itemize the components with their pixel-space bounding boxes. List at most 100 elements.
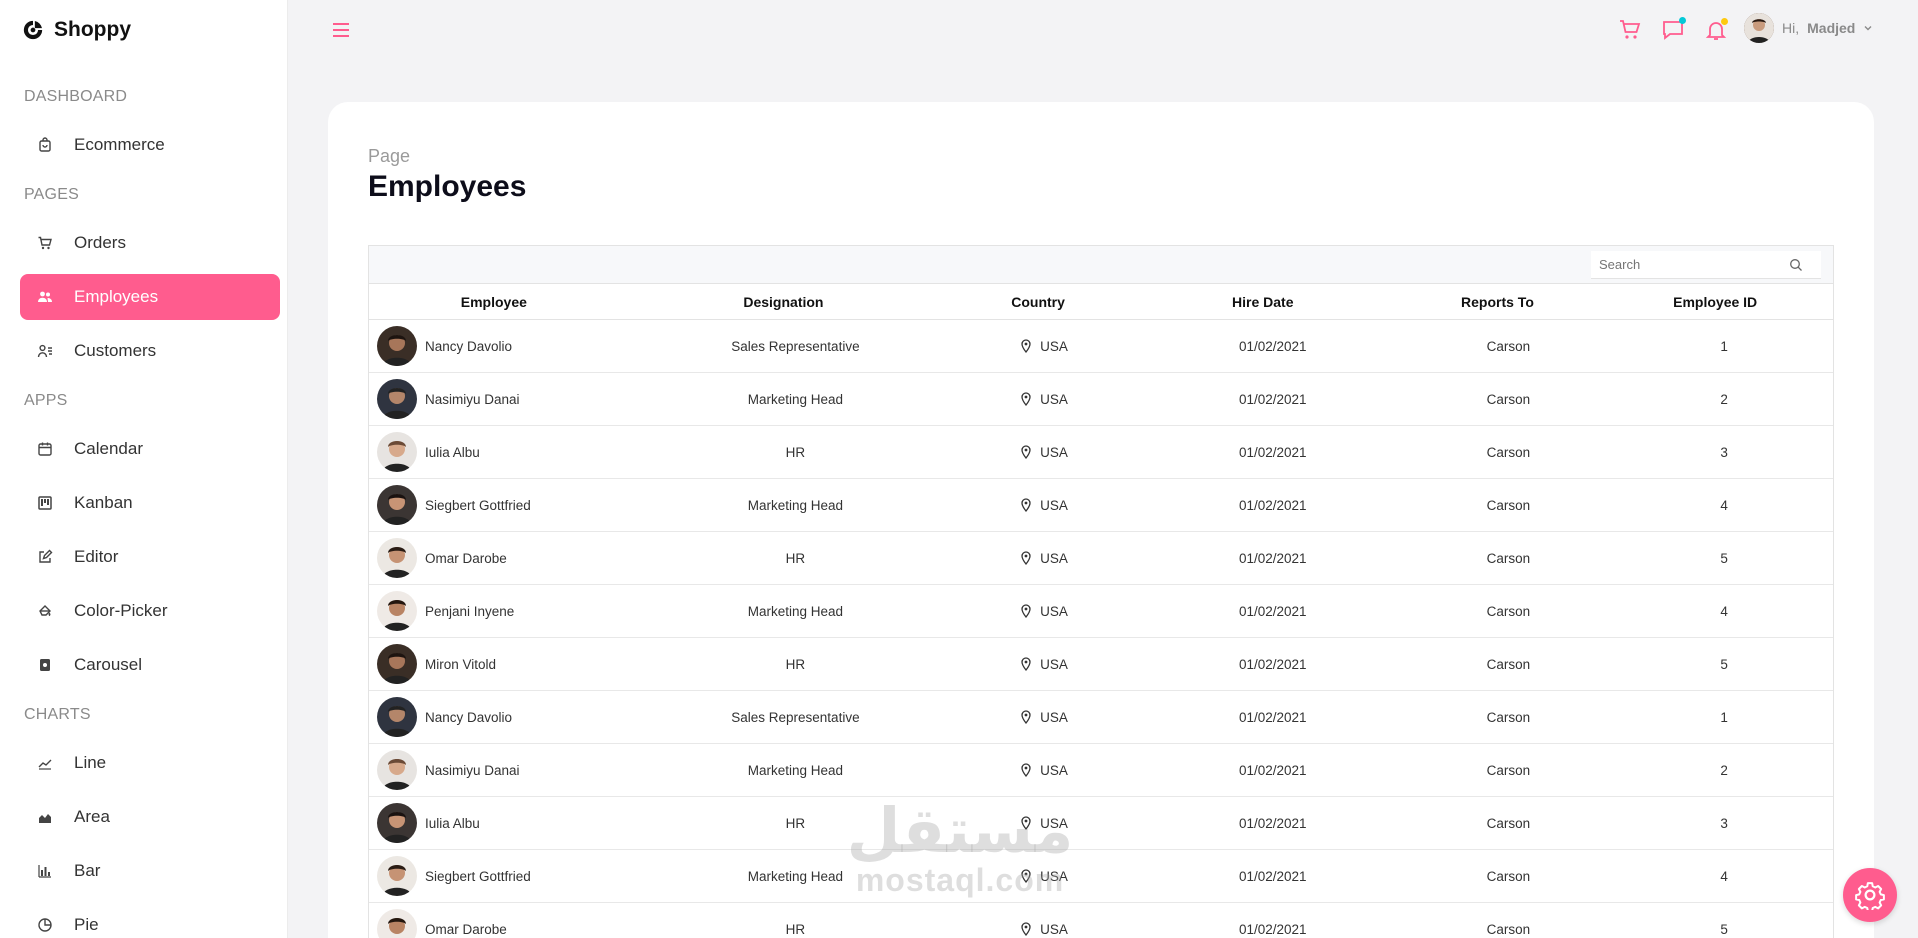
table-row[interactable]: Nasimiyu Danai Marketing Head USA 01/02/… bbox=[369, 744, 1833, 797]
cell-employee-id: 1 bbox=[1720, 709, 1728, 725]
table-row[interactable]: Iulia Albu HR USA 01/02/2021 Carson 3 bbox=[369, 426, 1833, 479]
section-title-dashboard: DASHBOARD bbox=[24, 88, 128, 105]
sidebar-item-label: Customers bbox=[74, 341, 157, 360]
sidebar-item-color-picker[interactable]: Color-Picker bbox=[20, 588, 280, 634]
sidebar-item-orders[interactable]: Orders bbox=[20, 220, 280, 266]
cell-hire-date: 01/02/2021 bbox=[1238, 656, 1307, 672]
sidebar-item-area[interactable]: Area bbox=[20, 794, 280, 840]
location-pin-icon bbox=[1021, 392, 1031, 406]
employee-name: Omar Darobe bbox=[425, 550, 507, 566]
sidebar-item-editor[interactable]: Editor bbox=[20, 534, 280, 580]
sidebar-item-label: Pie bbox=[74, 915, 99, 934]
employee-avatar bbox=[377, 750, 417, 790]
table-row[interactable]: Nancy Davolio Sales Representative USA 0… bbox=[369, 320, 1833, 373]
cell-employee-id: 4 bbox=[1720, 497, 1728, 513]
cell-designation: Marketing Head bbox=[747, 762, 844, 778]
sidebar-item-bar[interactable]: Bar bbox=[20, 848, 280, 894]
sidebar-item-label: Carousel bbox=[74, 655, 143, 674]
employee-name: Nasimiyu Danai bbox=[425, 762, 520, 778]
cell-designation: HR bbox=[785, 444, 806, 460]
table-row[interactable]: Omar Darobe HR USA 01/02/2021 Carson 5 bbox=[369, 903, 1833, 938]
sidebar-item-customers[interactable]: Customers bbox=[20, 328, 280, 374]
cell-employee: Nasimiyu Danai bbox=[369, 379, 619, 419]
table-row[interactable]: Iulia Albu HR USA 01/02/2021 Carson 3 bbox=[369, 797, 1833, 850]
cell-reports-to: Carson bbox=[1486, 338, 1531, 354]
cell-employee-id: 2 bbox=[1720, 762, 1728, 778]
sidebar-item-ecommerce[interactable]: Ecommerce bbox=[20, 122, 280, 168]
column-header-employee[interactable]: Employee bbox=[369, 294, 619, 310]
area-chart-icon bbox=[36, 808, 54, 826]
location-pin-icon bbox=[1021, 498, 1031, 512]
cart-icon[interactable] bbox=[1618, 18, 1642, 42]
column-header-hire-date[interactable]: Hire Date bbox=[1128, 294, 1398, 310]
table-row[interactable]: Siegbert Gottfried Marketing Head USA 01… bbox=[369, 850, 1833, 903]
cell-employee: Omar Darobe bbox=[369, 909, 619, 938]
settings-button[interactable] bbox=[1843, 868, 1897, 922]
bar-chart-icon bbox=[36, 862, 54, 880]
notification-button[interactable] bbox=[1704, 18, 1728, 42]
brand-logo-icon bbox=[23, 20, 43, 40]
brand[interactable]: Shoppy bbox=[22, 18, 131, 42]
cell-reports-to: Carson bbox=[1486, 444, 1531, 460]
hamburger-menu-icon[interactable] bbox=[330, 19, 352, 41]
cell-employee-id: 5 bbox=[1720, 921, 1728, 937]
location-pin-icon bbox=[1021, 657, 1031, 671]
cell-country: USA bbox=[948, 392, 1128, 407]
chat-button[interactable] bbox=[1661, 17, 1686, 42]
cell-employee-id: 5 bbox=[1720, 656, 1728, 672]
edit-icon bbox=[36, 548, 54, 566]
greeting-text: Hi, bbox=[1782, 20, 1800, 36]
sidebar-item-label: Calendar bbox=[74, 439, 143, 458]
cell-reports-to: Carson bbox=[1486, 391, 1531, 407]
employee-name: Nancy Davolio bbox=[425, 338, 513, 354]
grid-body: Nancy Davolio Sales Representative USA 0… bbox=[369, 320, 1833, 938]
brand-name: Shoppy bbox=[54, 18, 131, 41]
watermark: مستقل mostaql.com bbox=[840, 800, 1080, 899]
column-header-designation[interactable]: Designation bbox=[619, 294, 949, 310]
cell-reports-to: Carson bbox=[1486, 656, 1531, 672]
table-row[interactable]: Nancy Davolio Sales Representative USA 0… bbox=[369, 691, 1833, 744]
employee-name: Iulia Albu bbox=[425, 444, 480, 460]
country-name: USA bbox=[1040, 444, 1068, 460]
country-name: USA bbox=[1040, 338, 1068, 354]
sidebar-item-kanban[interactable]: Kanban bbox=[20, 480, 280, 526]
search-icon[interactable] bbox=[1789, 258, 1803, 272]
column-header-employee-id[interactable]: Employee ID bbox=[1597, 294, 1833, 310]
sidebar-item-pie[interactable]: Pie bbox=[20, 902, 280, 938]
cell-hire-date: 01/02/2021 bbox=[1238, 603, 1307, 619]
sidebar-item-employees[interactable]: Employees bbox=[20, 274, 280, 320]
cell-hire-date: 01/02/2021 bbox=[1238, 338, 1307, 354]
cell-country: USA bbox=[948, 551, 1128, 566]
cell-designation: Marketing Head bbox=[747, 603, 844, 619]
section-title-charts: CHARTS bbox=[24, 706, 91, 723]
table-row[interactable]: Siegbert Gottfried Marketing Head USA 01… bbox=[369, 479, 1833, 532]
pie-chart-icon bbox=[36, 916, 54, 934]
cell-employee: Omar Darobe bbox=[369, 538, 619, 578]
search-input[interactable] bbox=[1591, 257, 1781, 272]
employee-name: Miron Vitold bbox=[425, 656, 497, 672]
cell-country: USA bbox=[948, 604, 1128, 619]
table-row[interactable]: Nasimiyu Danai Marketing Head USA 01/02/… bbox=[369, 373, 1833, 426]
location-pin-icon bbox=[1021, 339, 1031, 353]
cell-country: USA bbox=[948, 763, 1128, 778]
cell-country: USA bbox=[948, 657, 1128, 672]
sidebar-item-calendar[interactable]: Calendar bbox=[20, 426, 280, 472]
sidebar-item-carousel[interactable]: Carousel bbox=[20, 642, 280, 688]
table-row[interactable]: Penjani Inyene Marketing Head USA 01/02/… bbox=[369, 585, 1833, 638]
sidebar-item-label: Line bbox=[74, 753, 107, 772]
page-scrollbar[interactable] bbox=[1904, 0, 1918, 938]
sidebar-item-label: Orders bbox=[74, 233, 126, 252]
cell-reports-to: Carson bbox=[1486, 709, 1531, 725]
user-profile-menu[interactable]: Hi, Madjed bbox=[1744, 13, 1873, 43]
employee-name: Nasimiyu Danai bbox=[425, 391, 520, 407]
table-row[interactable]: Omar Darobe HR USA 01/02/2021 Carson 5 bbox=[369, 532, 1833, 585]
sidebar-item-line[interactable]: Line bbox=[20, 740, 280, 786]
watermark-latin-text: mostaql.com bbox=[855, 862, 1065, 898]
page-category: Page bbox=[368, 146, 411, 166]
cell-hire-date: 01/02/2021 bbox=[1238, 921, 1307, 937]
cell-reports-to: Carson bbox=[1486, 921, 1531, 937]
table-row[interactable]: Miron Vitold HR USA 01/02/2021 Carson 5 bbox=[369, 638, 1833, 691]
column-header-reports-to[interactable]: Reports To bbox=[1398, 294, 1598, 310]
column-header-country[interactable]: Country bbox=[948, 294, 1128, 310]
people-icon bbox=[36, 288, 54, 306]
